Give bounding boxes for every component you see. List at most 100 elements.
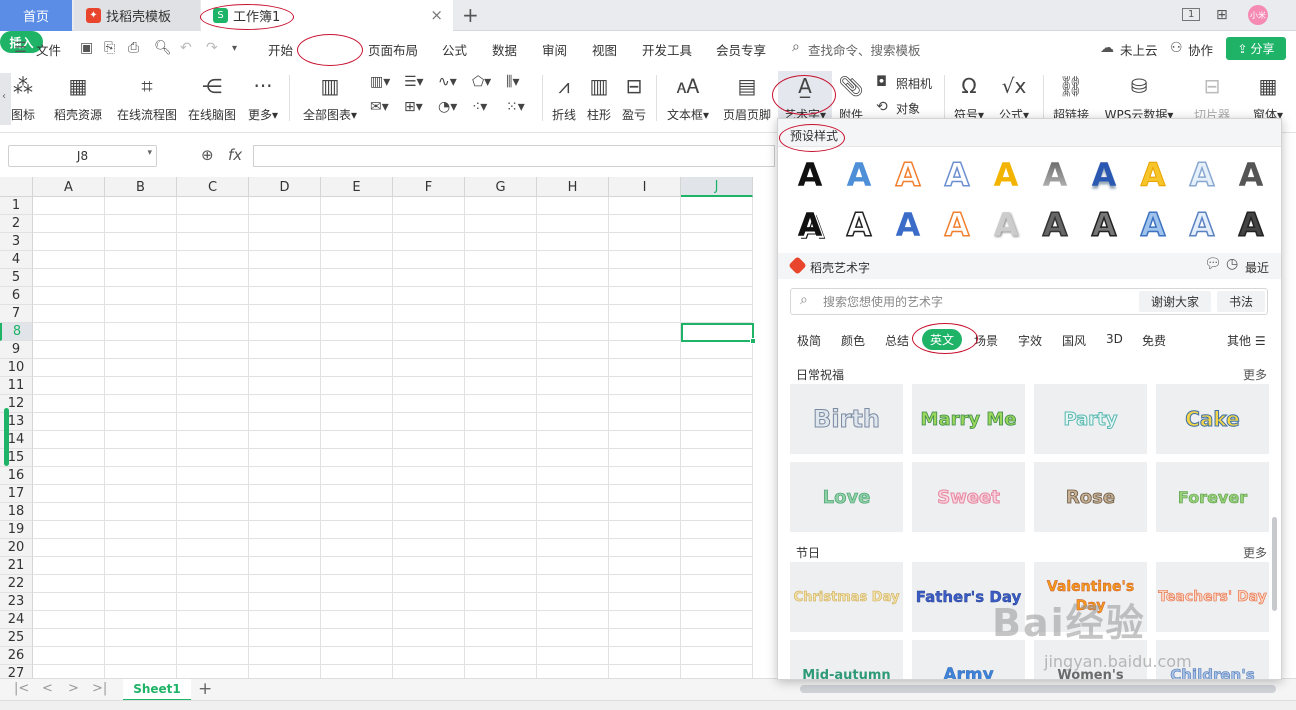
grid-cell[interactable] [609, 359, 681, 377]
grid-cell[interactable] [609, 539, 681, 557]
row-header[interactable]: 18 [0, 503, 33, 521]
grid-cell[interactable] [249, 521, 321, 539]
grid-cell[interactable] [33, 395, 105, 413]
grid-cell[interactable] [537, 377, 609, 395]
row-header[interactable]: 20 [0, 539, 33, 557]
row-header[interactable]: 26 [0, 647, 33, 665]
grid-cell[interactable] [537, 557, 609, 575]
grid-cell[interactable] [393, 611, 465, 629]
prev-sheet-icon[interactable]: < [42, 681, 53, 696]
grid-cell[interactable] [609, 467, 681, 485]
grid-cell[interactable] [393, 647, 465, 665]
grid-cell[interactable] [105, 539, 177, 557]
grid-cell[interactable] [465, 287, 537, 305]
grid-cell[interactable] [105, 665, 177, 678]
grid-cell[interactable] [249, 647, 321, 665]
grid-cell[interactable] [33, 593, 105, 611]
grid-cell[interactable] [681, 377, 753, 395]
grid-cell[interactable] [465, 539, 537, 557]
menu-member[interactable]: 会员专享 [716, 40, 766, 59]
menu-view[interactable]: 视图 [592, 40, 617, 59]
grid-cell[interactable] [465, 485, 537, 503]
grid-cell[interactable] [681, 287, 753, 305]
grid-cell[interactable] [465, 665, 537, 678]
category-chinese-style[interactable]: 国风 [1062, 332, 1086, 349]
grid-cell[interactable] [249, 575, 321, 593]
column-header[interactable]: B [105, 177, 177, 197]
textbox-button[interactable]: 🗚 文本框▾ [664, 71, 712, 127]
grid-cell[interactable] [33, 647, 105, 665]
grid-cell[interactable] [537, 269, 609, 287]
grid-cell[interactable] [33, 521, 105, 539]
grid-cell[interactable] [681, 341, 753, 359]
column-header[interactable]: G [465, 177, 537, 197]
grid-cell[interactable] [321, 503, 393, 521]
grid-cell[interactable] [609, 269, 681, 287]
grid-cell[interactable] [681, 503, 753, 521]
column-chart-icon[interactable]: ▥▾ [370, 74, 390, 90]
grid-cell[interactable] [393, 269, 465, 287]
row-header[interactable]: 27 [0, 665, 33, 678]
grid-cell[interactable] [249, 251, 321, 269]
grid-cell[interactable] [609, 215, 681, 233]
grid-cell[interactable] [321, 629, 393, 647]
new-tab-icon[interactable]: + [462, 3, 479, 27]
grid-cell[interactable] [249, 503, 321, 521]
grid-cell[interactable] [249, 665, 321, 678]
object-button[interactable]: 对象 [896, 100, 920, 117]
tab-home[interactable]: 首页 [0, 0, 72, 31]
grid-cell[interactable] [537, 305, 609, 323]
menu-formulas[interactable]: 公式 [442, 40, 467, 59]
row-header[interactable]: 25 [0, 629, 33, 647]
grid-cell[interactable] [105, 215, 177, 233]
grid-cell[interactable] [105, 611, 177, 629]
grid-cell[interactable] [537, 647, 609, 665]
vertical-scroll-indicator[interactable] [4, 408, 9, 466]
icon-button[interactable]: ⁂ 图标 [10, 71, 36, 127]
row-header[interactable]: 22 [0, 575, 33, 593]
column-header[interactable]: E [321, 177, 393, 197]
grid-cell[interactable] [681, 647, 753, 665]
grid-cell[interactable] [393, 287, 465, 305]
row-header[interactable]: 8 [0, 323, 33, 341]
grid-cell[interactable] [681, 431, 753, 449]
grid-cell[interactable] [393, 413, 465, 431]
grid-cell[interactable] [105, 647, 177, 665]
grid-cell[interactable] [177, 593, 249, 611]
preset-style-7[interactable]: A [1082, 153, 1126, 197]
category-free[interactable]: 免费 [1142, 332, 1166, 349]
preset-style-18[interactable]: A [1131, 203, 1175, 247]
grid-cell[interactable] [105, 251, 177, 269]
tag-thanks-button[interactable]: 谢谢大家 [1139, 291, 1211, 312]
zoom-icon[interactable]: ⊕ [201, 146, 214, 164]
preset-style-4[interactable]: A [935, 153, 979, 197]
grid-cell[interactable] [105, 323, 177, 341]
bar-chart-horizontal-icon[interactable]: ☰▾ [404, 74, 424, 90]
grid-cell[interactable] [681, 197, 753, 215]
grid-cell[interactable] [177, 611, 249, 629]
sparkline-line-button[interactable]: ⩘ 折线 [549, 71, 579, 127]
sparkline-column-button[interactable]: ▥ 柱形 [584, 71, 614, 127]
avatar[interactable]: 小米 [1248, 5, 1268, 25]
preset-style-20[interactable]: A [1229, 203, 1273, 247]
grid-cell[interactable] [321, 575, 393, 593]
grid-cell[interactable] [33, 323, 105, 341]
grid-cell[interactable] [33, 629, 105, 647]
grid-cell[interactable] [321, 521, 393, 539]
grid-cell[interactable] [177, 557, 249, 575]
recent-button[interactable]: 最近 [1245, 259, 1269, 276]
grid-cell[interactable] [609, 449, 681, 467]
row-header[interactable]: 9 [0, 341, 33, 359]
preset-style-15[interactable]: A [984, 203, 1028, 247]
grid-cell[interactable] [537, 593, 609, 611]
preset-style-17[interactable]: A [1082, 203, 1126, 247]
save-icon[interactable]: ▣ [80, 40, 93, 56]
grid-cell[interactable] [177, 323, 249, 341]
wordart-card[interactable]: Teachers' Day [1156, 562, 1269, 632]
grid-cell[interactable] [393, 305, 465, 323]
grid-cell[interactable] [105, 269, 177, 287]
grid-cell[interactable] [465, 341, 537, 359]
grid-cell[interactable] [177, 665, 249, 678]
grid-cell[interactable] [465, 629, 537, 647]
preset-style-11[interactable]: A [788, 203, 832, 247]
